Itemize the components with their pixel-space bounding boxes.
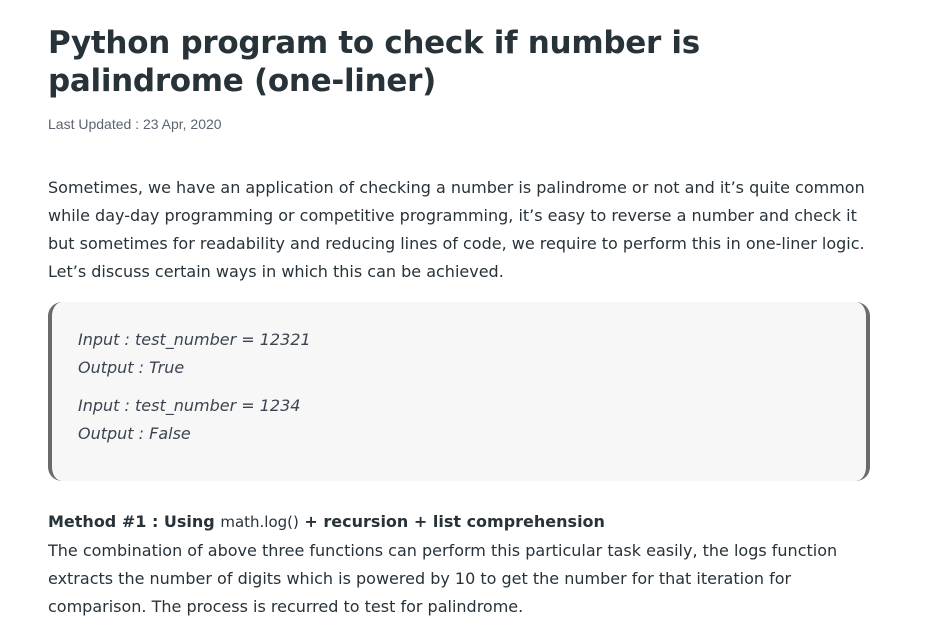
method-description: The combination of above three functions… — [48, 541, 838, 616]
example-input: Input : test_number = 12321 — [78, 330, 311, 349]
example-output: Output : True — [78, 358, 185, 377]
last-updated: Last Updated : 23 Apr, 2020 — [48, 116, 222, 132]
example-output: Output : False — [78, 424, 191, 443]
method-heading: Method #1 : Using math.log() + recursion… — [48, 511, 878, 533]
article: Python program to check if number is pal… — [48, 0, 878, 637]
page-title: Python program to check if number is pal… — [48, 25, 700, 99]
example-input: Input : test_number = 1234 — [78, 396, 301, 415]
example-box: Input : test_number = 12321 Output : Tru… — [48, 302, 870, 481]
method-prefix: Method #1 : Using — [48, 512, 221, 531]
intro-paragraph: Sometimes, we have an application of che… — [48, 178, 865, 281]
method-suffix: + recursion + list comprehension — [298, 512, 605, 531]
method-code: math.log() — [220, 513, 299, 531]
